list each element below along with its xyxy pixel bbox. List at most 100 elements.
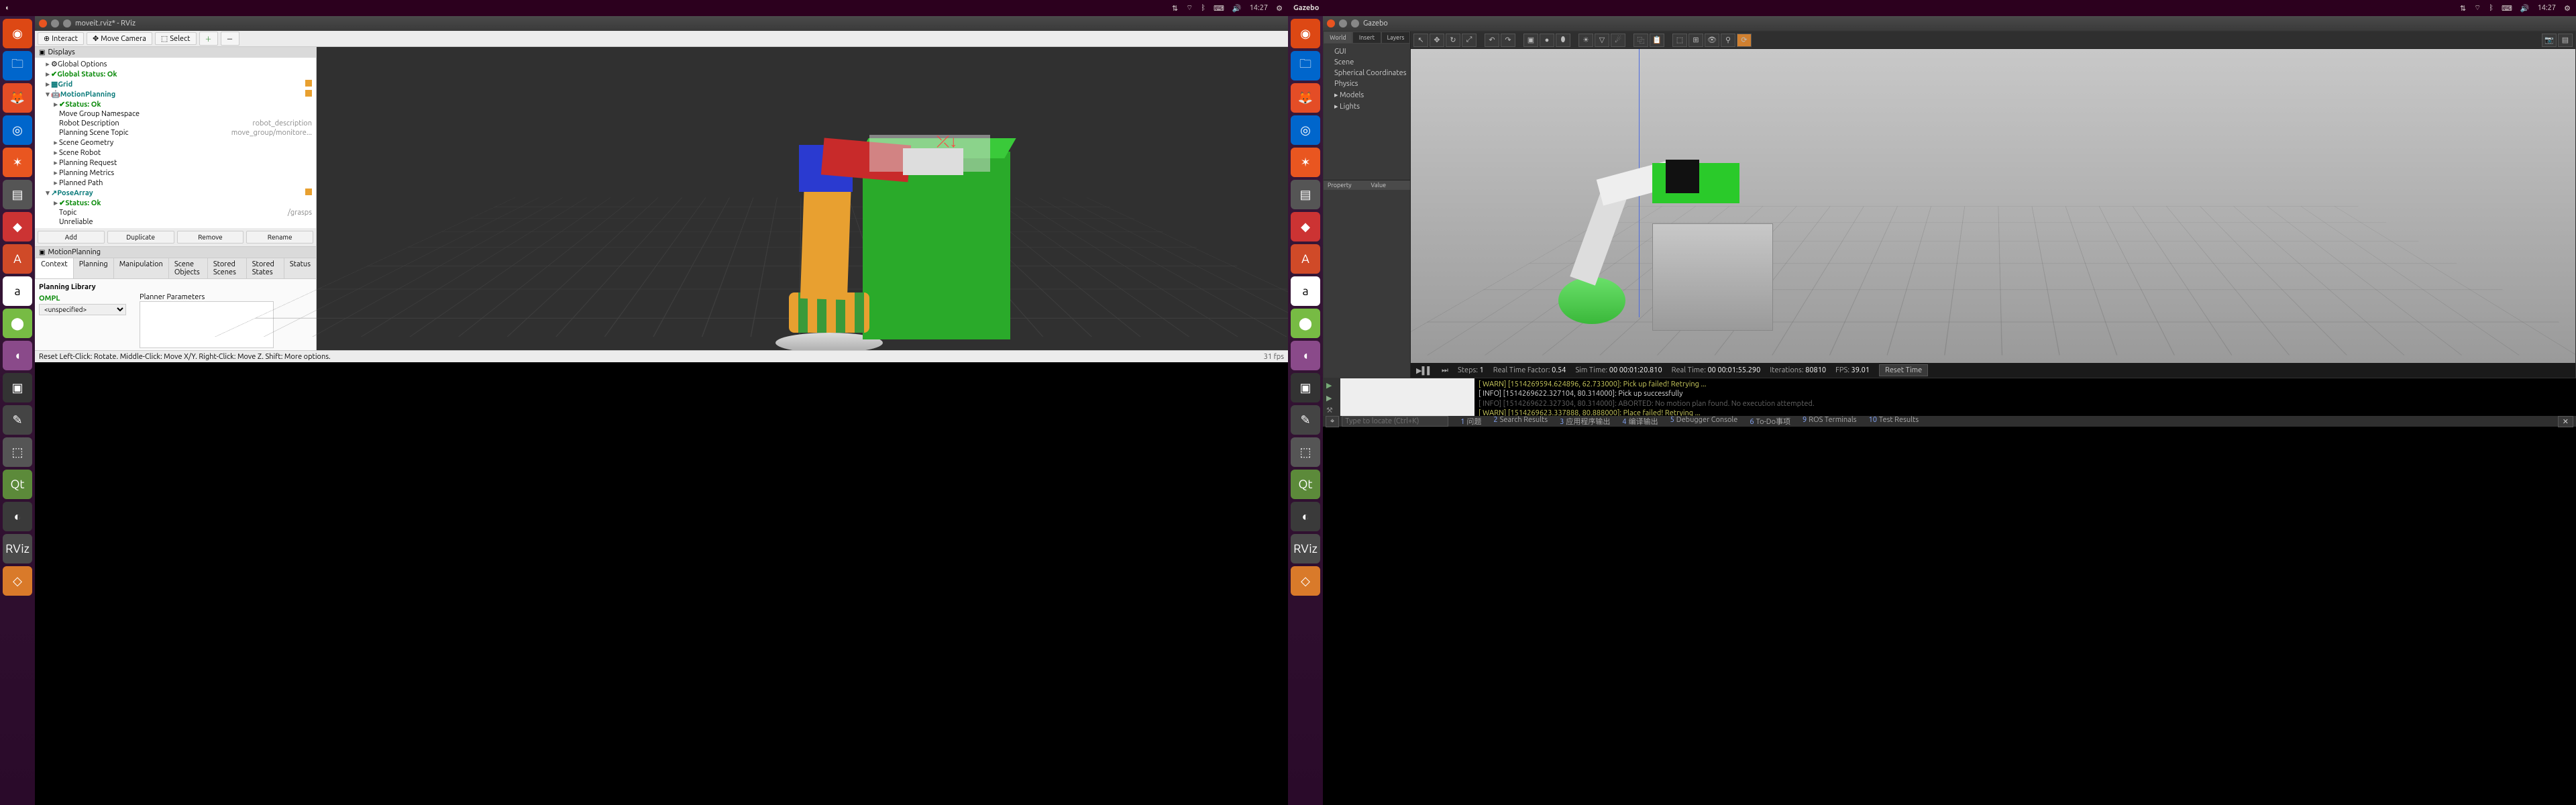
tree-global-status[interactable]: Global Status: Ok [57,70,315,78]
snap-icon[interactable]: ⬚ [1672,34,1687,47]
arrow-icon[interactable]: ↖ [1413,34,1428,47]
ide-tab-debugger[interactable]: 5Debugger Console [1665,415,1743,427]
tree-robot-desc[interactable]: Robot Description [59,119,252,127]
remove-button[interactable]: Remove [177,231,244,244]
tree-physics[interactable]: Physics [1326,78,1407,89]
launcher-eclipse-icon[interactable]: ◖ [3,341,32,370]
tree-scene[interactable]: Scene [1326,57,1407,68]
network-icon[interactable]: ⇅ [2460,4,2466,13]
minimize-icon[interactable] [51,19,59,28]
tree-planning-request[interactable]: Planning Request [59,159,315,167]
launcher-software-icon[interactable]: A [3,244,32,274]
launcher-app-icon[interactable]: ◐ [3,502,32,531]
displays-tree[interactable]: ▸⚙Global Options ▸✔Global Status: Ok ▸▦G… [35,58,316,228]
rename-button[interactable]: Rename [246,231,313,244]
launcher-files-icon[interactable]: 🗀 [1291,51,1320,80]
launcher-amazon-icon[interactable]: a [3,276,32,306]
gear-icon[interactable]: ⚙ [1276,4,1283,13]
gazebo-3d-view[interactable] [1411,49,2575,363]
launcher-app-icon[interactable]: ▤ [1291,180,1320,209]
launcher-chromium-icon[interactable]: ◎ [3,115,32,145]
view-icon[interactable]: 👁 [1705,34,1719,47]
input-icon[interactable]: ⌨ [2502,4,2512,13]
ide-tab-compile[interactable]: 4编译输出 [1617,415,1663,427]
launcher-terminal-icon[interactable]: ▣ [1291,373,1320,402]
undo-icon[interactable]: ↶ [1485,34,1499,47]
launcher-dash-icon[interactable]: ◉ [3,19,32,48]
play-icon[interactable]: ▶▌▌ [1416,366,1432,375]
tree-pose-status[interactable]: Status: Ok [65,199,315,207]
select-button[interactable]: ⬚Select [155,32,197,45]
world-tree[interactable]: GUI Scene Spherical Coordinates Physics … [1324,44,1410,115]
launcher-app-icon[interactable]: ✎ [1291,405,1320,435]
launcher-app-icon[interactable]: ◆ [3,212,32,241]
sound-icon[interactable]: 🔊 [2520,4,2530,13]
launcher-amazon-icon[interactable]: a [1291,276,1320,306]
joint-icon[interactable]: ⚲ [1721,34,1735,47]
wifi-icon[interactable]: ⌔ [2474,3,2481,13]
sphere-icon[interactable]: ● [1540,34,1554,47]
tab-scene-objects[interactable]: Scene Objects [168,258,208,278]
tree-planning-scene-topic[interactable]: Planning Scene Topic [59,129,231,137]
scale-icon[interactable]: ⤢ [1462,34,1477,47]
launcher-app-icon[interactable]: ⬚ [3,437,32,467]
log-icon[interactable]: ▤ [2558,34,2573,47]
launcher-terminal-icon[interactable]: ▣ [3,373,32,402]
tab-planning[interactable]: Planning [73,258,114,278]
tree-unreliable[interactable]: Unreliable [59,218,315,226]
tab-manipulation[interactable]: Manipulation [113,258,169,278]
cog-icon[interactable]: ⟳ [1737,34,1752,47]
move-camera-button[interactable]: ✥Move Camera [87,32,152,45]
launcher-app-icon[interactable]: ◇ [1291,566,1320,596]
ide-tab-appout[interactable]: 3应用程序输出 [1554,415,1615,427]
window-titlebar[interactable]: Gazebo [1323,16,2576,31]
sound-icon[interactable]: 🔊 [1232,4,1242,13]
launcher-app-icon[interactable]: ✎ [3,405,32,435]
rotate-icon[interactable]: ↻ [1446,34,1460,47]
launcher-eclipse-icon[interactable]: ◖ [1291,341,1320,370]
tab-stored-states[interactable]: Stored States [246,258,284,278]
launcher-app-icon[interactable]: ⬤ [3,309,32,338]
ide-tab-test[interactable]: 10Test Results [1863,415,1924,427]
launcher-app-icon[interactable]: ◆ [1291,212,1320,241]
paste-icon[interactable]: 📋 [1650,34,1664,47]
tree-models[interactable]: ▸ Models [1326,89,1407,101]
run-icon[interactable]: ▶ [1326,381,1337,391]
gear-icon[interactable]: ⚙ [2564,4,2571,13]
launcher-app-icon[interactable]: ⬤ [1291,309,1320,338]
rviz-3d-view[interactable]: ⤫↓ [317,47,1288,350]
wifi-icon[interactable]: ⌔ [1186,3,1193,13]
launcher-firefox-icon[interactable]: 🦊 [3,83,32,113]
move-icon[interactable]: ✥ [1430,34,1444,47]
launcher-app-icon[interactable]: ⬚ [1291,437,1320,467]
launcher-app-icon[interactable]: ✶ [1291,148,1320,177]
ide-tab-ros[interactable]: 9ROS Terminals [1797,415,1862,427]
tree-move-group-ns[interactable]: Move Group Namespace [59,110,315,118]
copy-icon[interactable]: ⿻ [1633,34,1648,47]
network-icon[interactable]: ⇅ [1172,4,1178,13]
launcher-chromium-icon[interactable]: ◎ [1291,115,1320,145]
tree-lights[interactable]: ▸ Lights [1326,101,1407,112]
run-icon[interactable]: ▶ [1326,394,1337,404]
tab-layers[interactable]: Layers [1381,32,1410,44]
add-tool-button[interactable]: ＋ [199,32,218,46]
clock[interactable]: 14:27 [2538,4,2557,12]
close-icon[interactable] [39,19,47,28]
tree-planning-metrics[interactable]: Planning Metrics [59,169,315,177]
reset-time-button[interactable]: Reset Time [1879,364,1928,376]
bluetooth-icon[interactable]: ᛒ [1201,4,1205,12]
input-icon[interactable]: ⌨ [1214,4,1224,13]
build-icon[interactable]: ⚒ [1326,406,1337,416]
locate-icon[interactable]: ⌖ [1326,416,1339,427]
light-dir-icon[interactable]: ☄ [1611,34,1625,47]
redo-icon[interactable]: ↷ [1501,34,1515,47]
tree-mp-status[interactable]: Status: Ok [65,101,315,109]
window-titlebar[interactable]: moveit.rviz* - RViz [35,16,1288,31]
tab-stored-scenes[interactable]: Stored Scenes [207,258,247,278]
add-button[interactable]: Add [38,231,105,244]
launcher-rviz-icon[interactable]: RViz [3,534,32,564]
duplicate-button[interactable]: Duplicate [107,231,174,244]
launcher-app-icon[interactable]: ▤ [3,180,32,209]
launcher-rviz-icon[interactable]: RViz [1291,534,1320,564]
tree-global-options[interactable]: Global Options [58,60,315,68]
